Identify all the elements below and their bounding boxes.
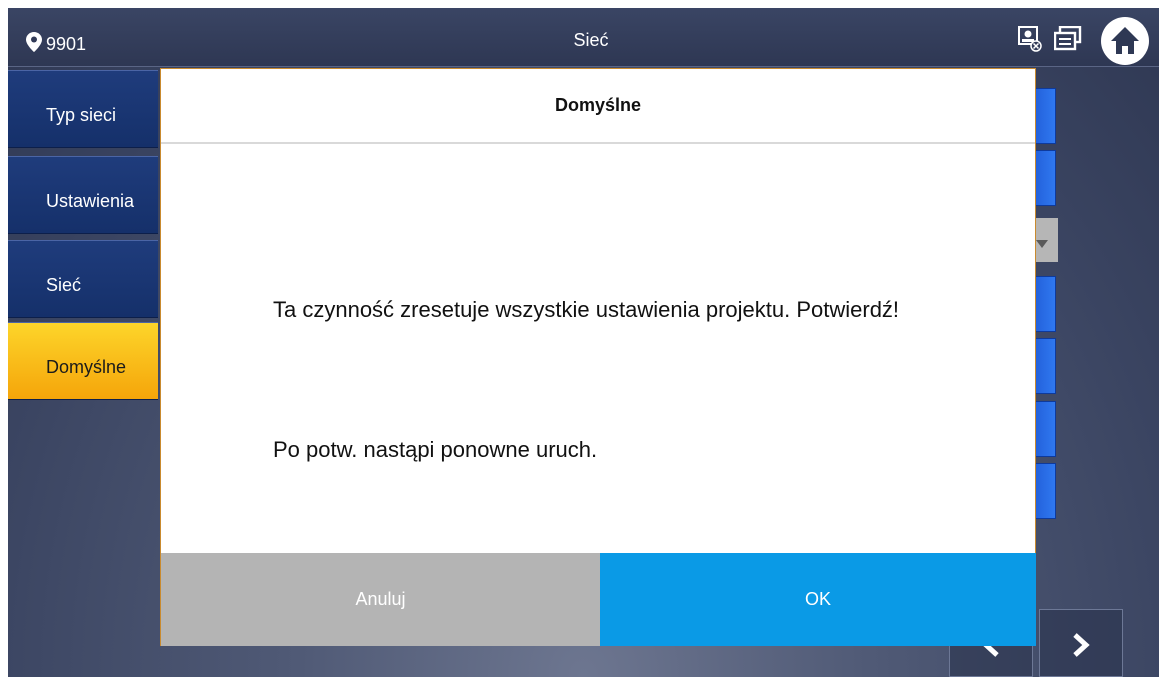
sidebar-item-network-type[interactable]: Typ sieci [8,70,158,148]
confirm-dialog: Domyślne Ta czynność zresetuje wszystkie… [160,68,1036,646]
sidebar-item-label: Ustawienia [46,191,135,211]
contacts-status-icon [1018,26,1042,57]
home-icon[interactable] [1100,16,1150,71]
page-title: Sieć [573,30,609,50]
sidebar-item-default[interactable]: Domyślne [8,322,158,400]
intercom-screen: 9901 Sieć Typ sieci Ustawienia Sieć Domy… [8,8,1159,677]
dialog-title: Domyślne [161,69,1035,144]
dialog-message: Ta czynność zresetuje wszystkie ustawien… [273,297,900,322]
sidebar-item-label: Domyślne [46,357,127,377]
ok-button[interactable]: OK [600,553,1036,646]
cancel-button[interactable]: Anuluj [161,553,600,646]
chevron-right-icon [1070,632,1092,663]
top-bar: 9901 Sieć [8,8,1159,67]
sidebar-item-settings[interactable]: Ustawienia [8,156,158,234]
next-page-button[interactable] [1039,609,1123,677]
sidebar-item-label: Typ sieci [46,105,117,125]
message-icon[interactable] [1053,25,1082,57]
sidebar-item-label: Sieć [46,275,82,295]
sidebar-item-network[interactable]: Sieć [8,240,158,318]
dialog-note: Po potw. nastąpi ponowne uruch. [273,437,598,462]
chevron-down-icon [1036,235,1048,253]
